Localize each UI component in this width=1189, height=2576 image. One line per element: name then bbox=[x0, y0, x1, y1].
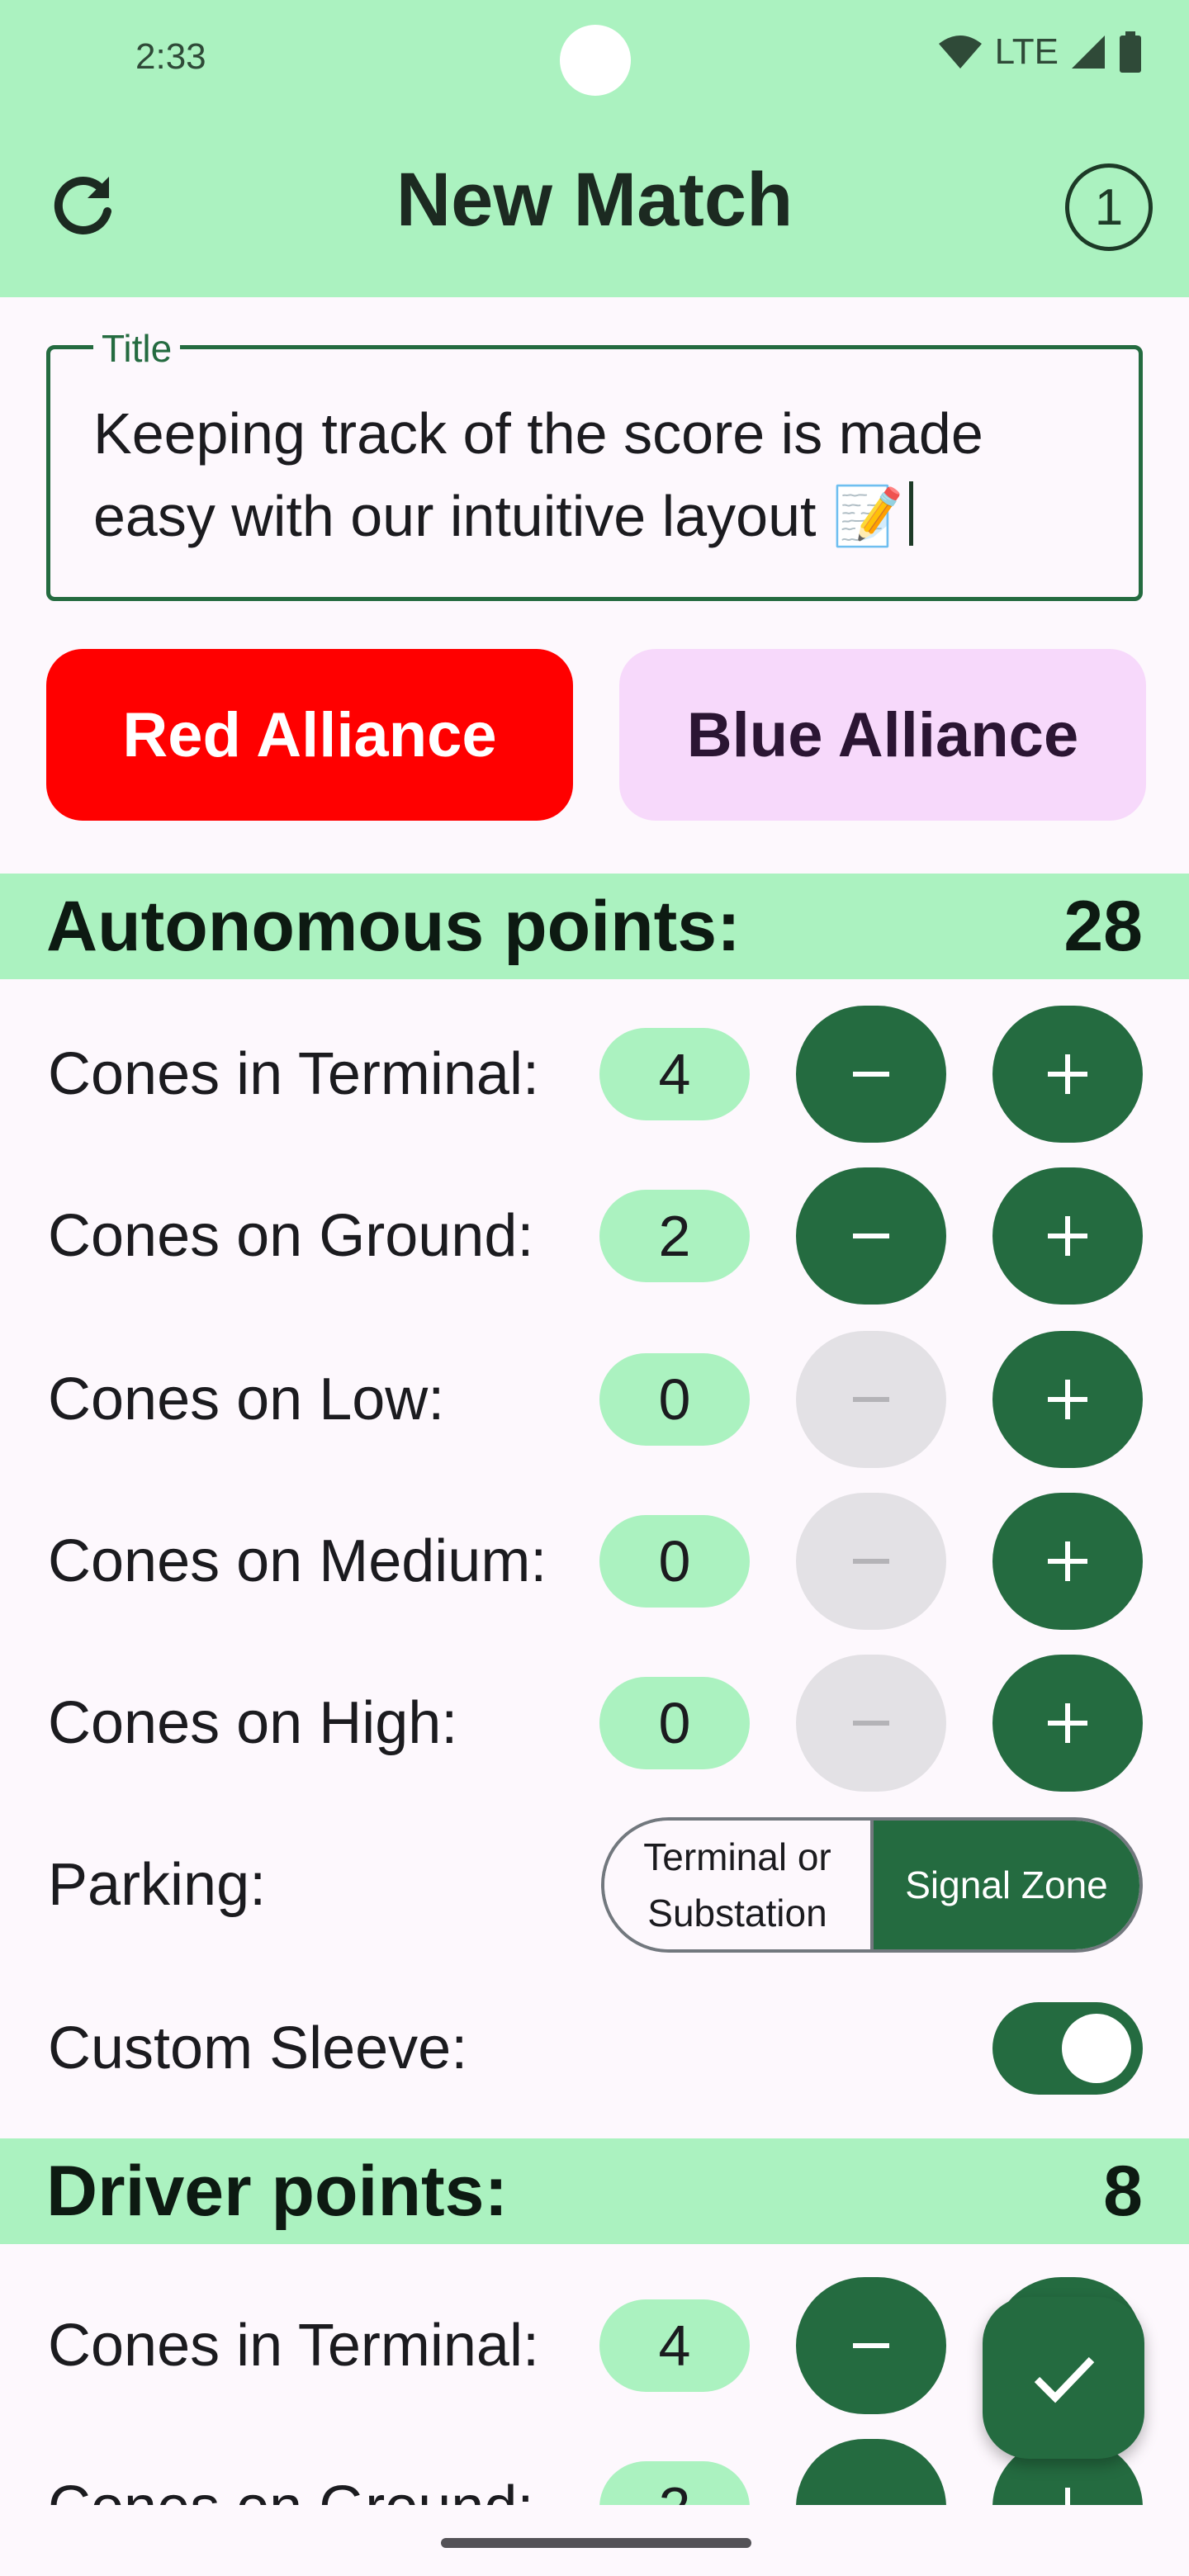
row-label: Cones in Terminal: bbox=[48, 2313, 539, 2379]
plus-icon bbox=[1048, 1054, 1087, 1094]
parking-row: Parking: Terminal or Substation Signal Z… bbox=[0, 1815, 1189, 1955]
plus-icon bbox=[1048, 1216, 1087, 1256]
check-icon bbox=[1034, 2356, 1095, 2403]
row-count: 4 bbox=[599, 1028, 750, 1120]
row-label: Cones on High: bbox=[48, 1690, 458, 1756]
custom-sleeve-label: Custom Sleeve: bbox=[48, 2015, 468, 2081]
driver-total: 8 bbox=[1103, 2151, 1143, 2231]
parking-label: Parking: bbox=[48, 1852, 267, 1918]
title-input[interactable]: Keeping track of the score is made easy … bbox=[93, 392, 1097, 557]
auto-row-medium: Cones on Medium: 0 bbox=[0, 1491, 1189, 1631]
match-count-button[interactable]: 1 bbox=[1065, 163, 1153, 251]
text-caret bbox=[909, 481, 914, 546]
minus-icon bbox=[851, 2488, 891, 2505]
minus-icon bbox=[853, 1072, 889, 1077]
auto-row-ground: Cones on Ground: 2 bbox=[0, 1166, 1189, 1306]
red-alliance-button[interactable]: Red Alliance bbox=[46, 649, 573, 821]
switch-knob bbox=[1062, 2014, 1131, 2083]
plus-icon bbox=[1048, 1703, 1087, 1743]
parking-option-signal-zone[interactable]: Signal Zone bbox=[874, 1821, 1139, 1949]
minus-icon bbox=[853, 1397, 889, 1402]
auto-row-terminal: Cones in Terminal: 4 bbox=[0, 1004, 1189, 1144]
auto-row-high: Cones on High: 0 bbox=[0, 1653, 1189, 1793]
autonomous-total: 28 bbox=[1063, 886, 1143, 966]
save-fab[interactable] bbox=[983, 2297, 1144, 2459]
autonomous-title: Autonomous points: bbox=[46, 886, 741, 966]
status-time: 2:33 bbox=[135, 36, 206, 77]
top-app-bar: 2:33 LTE New Match 1 bbox=[0, 0, 1189, 297]
increment-button[interactable] bbox=[992, 1493, 1143, 1630]
camera-cutout bbox=[560, 25, 631, 96]
row-count: 4 bbox=[599, 2299, 750, 2392]
row-count: 0 bbox=[599, 1677, 750, 1769]
decrement-button[interactable] bbox=[796, 1655, 946, 1792]
custom-sleeve-switch[interactable] bbox=[992, 2002, 1143, 2095]
decrement-button[interactable] bbox=[796, 1167, 946, 1305]
custom-sleeve-row: Custom Sleeve: bbox=[0, 1978, 1189, 2119]
minus-icon bbox=[853, 1721, 889, 1726]
plus-icon bbox=[1048, 1541, 1087, 1581]
minus-icon bbox=[853, 2343, 889, 2348]
auto-row-low: Cones on Low: 0 bbox=[0, 1329, 1189, 1470]
title-input-value: Keeping track of the score is made easy … bbox=[93, 401, 983, 548]
gesture-nav-handle[interactable] bbox=[441, 2538, 751, 2548]
row-count: 2 bbox=[599, 2461, 750, 2505]
title-field[interactable]: Title Keeping track of the score is made… bbox=[46, 326, 1143, 601]
row-count: 0 bbox=[599, 1353, 750, 1446]
minus-icon bbox=[853, 1559, 889, 1564]
page-title: New Match bbox=[396, 158, 793, 242]
parking-option-terminal[interactable]: Terminal or Substation bbox=[604, 1821, 874, 1949]
row-label: Cones on Ground: bbox=[48, 1203, 534, 1269]
driver-title: Driver points: bbox=[46, 2151, 509, 2231]
decrement-button[interactable] bbox=[796, 2277, 946, 2414]
status-icons: LTE bbox=[937, 31, 1143, 73]
wifi-icon bbox=[938, 36, 982, 69]
increment-button[interactable] bbox=[992, 1006, 1143, 1143]
row-label: Cones on Low: bbox=[48, 1366, 445, 1432]
increment-button[interactable] bbox=[992, 1655, 1143, 1792]
network-type: LTE bbox=[994, 31, 1059, 72]
autonomous-header: Autonomous points: 28 bbox=[0, 874, 1189, 979]
row-count: 2 bbox=[599, 1190, 750, 1282]
plus-icon bbox=[1065, 2488, 1070, 2505]
row-count: 0 bbox=[599, 1515, 750, 1608]
decrement-button[interactable] bbox=[796, 1331, 946, 1468]
row-label: Cones in Terminal: bbox=[48, 1041, 539, 1107]
parking-segmented-control: Terminal or Substation Signal Zone bbox=[601, 1817, 1143, 1953]
row-label: Cones on Medium: bbox=[48, 1528, 547, 1594]
blue-alliance-button[interactable]: Blue Alliance bbox=[619, 649, 1146, 821]
minus-icon bbox=[853, 1234, 889, 1238]
driver-header: Driver points: 8 bbox=[0, 2138, 1189, 2244]
signal-icon bbox=[1072, 36, 1105, 69]
increment-button[interactable] bbox=[992, 1331, 1143, 1468]
row-label: Cones on Ground: bbox=[48, 2474, 533, 2505]
battery-icon bbox=[1120, 31, 1141, 73]
increment-button[interactable] bbox=[992, 1167, 1143, 1305]
title-field-label: Title bbox=[93, 326, 181, 371]
decrement-button[interactable] bbox=[796, 2439, 946, 2505]
plus-icon bbox=[1048, 1380, 1087, 1419]
decrement-button[interactable] bbox=[796, 1006, 946, 1143]
decrement-button[interactable] bbox=[796, 1493, 946, 1630]
